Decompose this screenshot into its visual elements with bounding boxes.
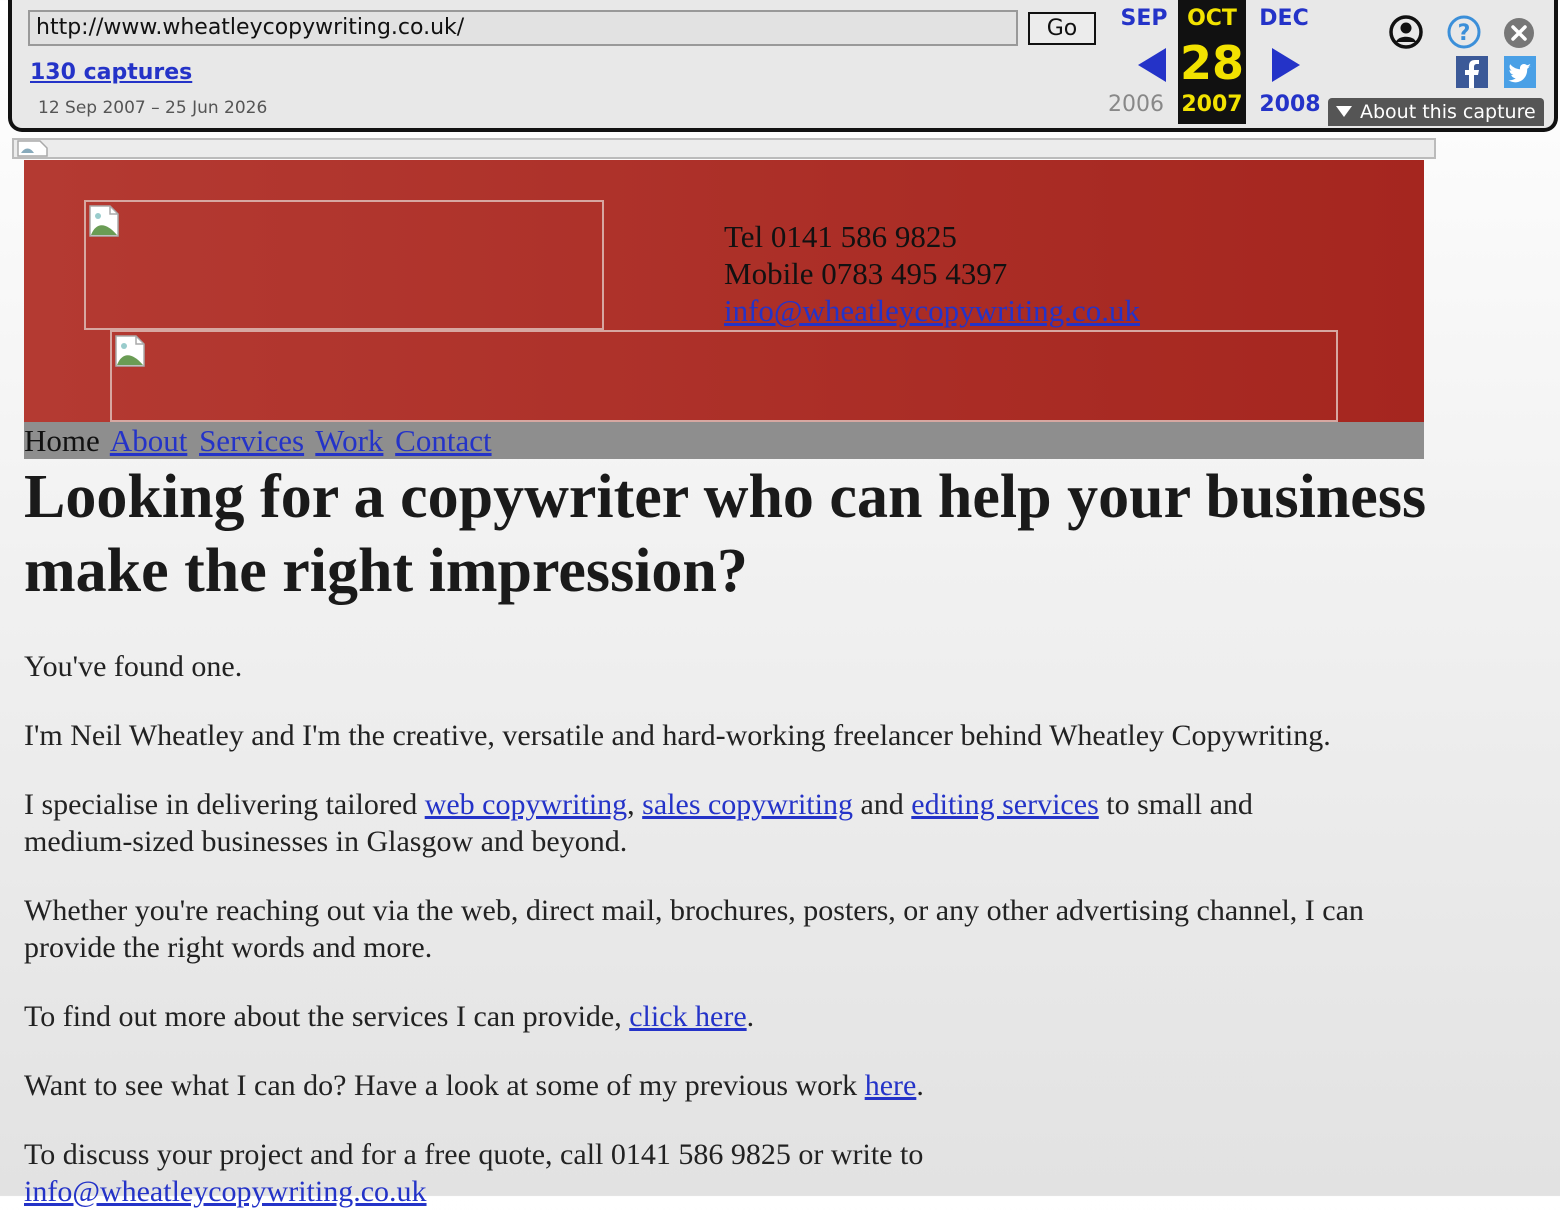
about-paragraph: I'm Neil Wheatley and I'm the creative, … <box>24 719 1331 752</box>
captures-link[interactable]: 130 captures <box>30 60 192 85</box>
sales-copywriting-link[interactable]: sales copywriting <box>642 788 853 821</box>
web-copywriting-link[interactable]: web copywriting <box>425 788 627 821</box>
prev-capture-arrow-icon[interactable] <box>1138 48 1166 82</box>
page-headline: Looking for a copywriter who can help yo… <box>24 463 1427 605</box>
previous-work-link[interactable]: here <box>865 1069 917 1102</box>
broken-image-icon <box>17 140 48 157</box>
header-telephone: Tel 0141 586 9825 <box>724 219 957 254</box>
close-icon[interactable] <box>1502 16 1536 50</box>
current-month: OCT <box>1187 6 1237 31</box>
svg-text:?: ? <box>1458 21 1471 46</box>
nav-home: Home <box>24 423 100 458</box>
previous-work-text: . <box>916 1069 924 1102</box>
find-out-text: To find out more about the services I ca… <box>24 1000 630 1033</box>
contact-email-link[interactable]: info@wheatleycopywriting.co.uk <box>24 1175 427 1208</box>
click-here-link[interactable]: click here <box>629 1000 746 1033</box>
services-paragraph: I specialise in delivering tailored web … <box>24 786 1354 860</box>
main-nav: Home About Services Work Contact <box>24 422 1424 459</box>
next-capture-arrow-icon[interactable] <box>1272 48 1300 82</box>
site-header: Tel 0141 586 9825 Mobile 0783 495 4397 i… <box>24 160 1424 422</box>
previous-work-text: Want to see what I can do? Have a look a… <box>24 1069 865 1102</box>
contact-text: To discuss your project and for a free q… <box>24 1138 924 1171</box>
editing-services-link[interactable]: editing services <box>911 788 1098 821</box>
current-day: 28 <box>1179 36 1244 90</box>
capture-date-range: 12 Sep 2007 – 25 Jun 2026 <box>38 98 268 118</box>
twitter-icon[interactable] <box>1504 56 1536 88</box>
current-capture-date: OCT 28 2007 <box>1178 0 1246 124</box>
logo-image <box>84 200 604 330</box>
main-content: Looking for a copywriter who can help yo… <box>24 460 1434 1208</box>
prev-month-link[interactable]: SEP <box>1110 6 1178 31</box>
contact-paragraph: To discuss your project and for a free q… <box>24 1136 1434 1210</box>
services-text: and <box>852 788 912 821</box>
channels-paragraph: Whether you're reaching out via the web,… <box>24 894 1364 964</box>
find-out-paragraph: To find out more about the services I ca… <box>24 998 1434 1035</box>
broken-image-icon <box>115 335 145 367</box>
current-year: 2007 <box>1181 92 1243 117</box>
broken-image-strip <box>12 138 1436 159</box>
nav-contact-link[interactable]: Contact <box>395 423 491 458</box>
nav-services-link[interactable]: Services <box>199 423 304 458</box>
nav-work-link[interactable]: Work <box>315 423 383 458</box>
banner-image <box>110 330 1338 422</box>
wayback-url-input[interactable]: http://www.wheatleycopywriting.co.uk/ <box>28 10 1018 46</box>
header-contact-block: Tel 0141 586 9825 Mobile 0783 495 4397 i… <box>724 218 1140 329</box>
facebook-icon[interactable] <box>1456 56 1488 88</box>
header-email-link[interactable]: info@wheatleycopywriting.co.uk <box>724 293 1140 328</box>
about-capture-label: About this capture <box>1360 101 1536 123</box>
user-icon[interactable] <box>1388 14 1424 50</box>
wayback-toolbar: http://www.wheatleycopywriting.co.uk/ Go… <box>8 0 1558 132</box>
nav-about-link[interactable]: About <box>110 423 188 458</box>
find-out-text: . <box>746 1000 755 1033</box>
next-month-link[interactable]: DEC <box>1250 6 1318 31</box>
about-capture-dropdown[interactable]: About this capture <box>1328 98 1544 126</box>
broken-image-icon <box>89 205 119 237</box>
intro-paragraph: You've found one. <box>24 650 243 683</box>
next-year-link[interactable]: 2008 <box>1256 92 1324 117</box>
dropdown-triangle-icon <box>1336 106 1352 117</box>
previous-work-paragraph: Want to see what I can do? Have a look a… <box>24 1067 1434 1104</box>
header-mobile: Mobile 0783 495 4397 <box>724 256 1008 291</box>
services-text: I specialise in delivering tailored <box>24 788 425 821</box>
prev-year: 2006 <box>1108 92 1164 117</box>
help-icon[interactable]: ? <box>1446 14 1482 50</box>
wayback-go-button[interactable]: Go <box>1028 12 1096 45</box>
services-text: , <box>627 788 643 821</box>
